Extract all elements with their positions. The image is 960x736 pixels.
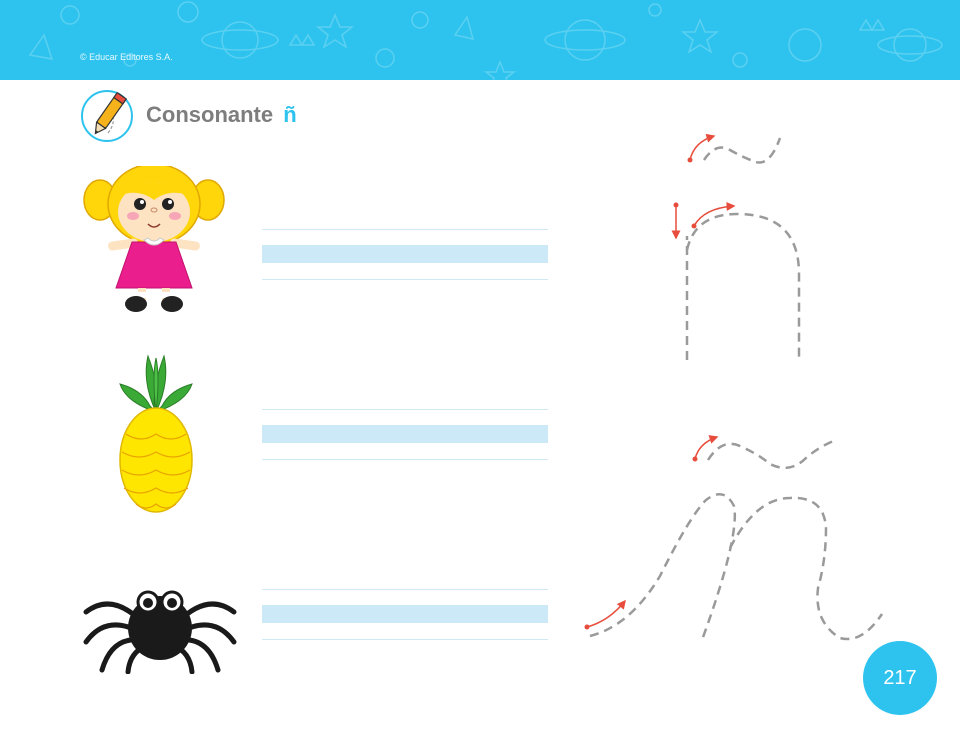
writing-line-top xyxy=(262,229,548,230)
writing-line-top xyxy=(262,589,548,590)
cursive-tilde-guide-arrow xyxy=(692,435,719,462)
writing-guide-band xyxy=(262,245,548,263)
header-band: © Educar Editores S.A. xyxy=(0,0,960,80)
writing-line-bottom xyxy=(262,459,548,460)
title-prefix: Consonante xyxy=(146,102,274,127)
writing-line-top xyxy=(262,409,548,410)
writing-guide-band xyxy=(262,425,548,443)
doodle-pattern xyxy=(28,1,943,80)
print-stem-guide-arrow xyxy=(671,202,681,240)
spider-illustration xyxy=(83,590,237,674)
page-title: Consonante ñ xyxy=(146,102,297,128)
pencil-writing-icon xyxy=(81,90,133,142)
page-number-badge: 217 xyxy=(863,641,937,715)
writing-area-1[interactable] xyxy=(262,229,548,281)
writing-area-2[interactable] xyxy=(262,409,548,461)
print-letter-trace[interactable] xyxy=(671,133,801,362)
title-letter: ñ xyxy=(283,102,297,127)
print-arch-guide-arrow xyxy=(691,202,736,229)
print-tilde-guide-arrow xyxy=(687,133,716,163)
writing-guide-band xyxy=(262,605,548,623)
doll-illustration xyxy=(83,166,225,312)
cursive-letter-trace[interactable] xyxy=(584,435,884,641)
writing-line-bottom xyxy=(262,639,548,640)
copyright-notice: © Educar Editores S.A. xyxy=(80,52,173,62)
writing-area-3[interactable] xyxy=(262,589,548,641)
page-number: 217 xyxy=(883,666,917,689)
pineapple-illustration xyxy=(119,354,193,513)
writing-line-bottom xyxy=(262,279,548,280)
cursive-stroke-guide-arrow xyxy=(584,599,626,630)
